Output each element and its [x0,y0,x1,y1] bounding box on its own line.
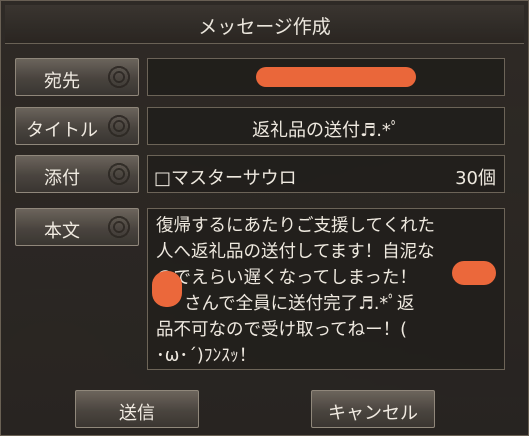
swirl-ornament-icon [106,113,132,139]
swirl-ornament-icon [106,161,132,187]
send-button[interactable]: 送信 [75,390,199,428]
redacted-recipient [256,67,416,87]
attachment-label: 添付 [44,168,80,189]
body-line: 人へ返礼品の送付してます！自泥な [156,242,435,262]
attachment-item-name: □マスターサウロ [154,168,297,189]
body-line: ･ω･´)ﾌﾝｽｯ！ [156,346,257,366]
swirl-ornament-icon [106,214,132,240]
redacted-name [452,261,496,285]
body-line: 品不可なので受け取ってねー！( [156,320,407,340]
redacted-name [152,271,182,307]
send-label: 送信 [119,403,155,424]
title-label: タイトル [26,120,98,141]
dialog-titlebar: メッセージ作成 [5,5,524,44]
attachment-count: 30個 [455,168,496,189]
compose-message-dialog: メッセージ作成 宛先 タイトル 返礼品の送付♬.*ﾟ 添付 □マスターサウロ 3… [0,0,529,436]
body-label-button[interactable]: 本文 [15,208,139,246]
cancel-label: キャンセル [328,403,418,424]
swirl-ornament-icon [106,64,132,90]
title-input[interactable]: 返礼品の送付♬.*ﾟ [147,107,505,145]
title-value: 返礼品の送付♬.*ﾟ [252,120,400,141]
attachment-label-button[interactable]: 添付 [15,155,139,193]
dialog-title: メッセージ作成 [198,16,331,38]
recipient-label: 宛先 [44,71,80,92]
recipient-field[interactable] [147,58,505,96]
recipient-label-button[interactable]: 宛先 [15,58,139,96]
title-label-button[interactable]: タイトル [15,107,139,145]
cancel-button[interactable]: キャンセル [311,390,435,428]
body-line: さんで全員に送付完了♬.*ﾟ返 [184,294,415,314]
body-line: 復帰するにあたりご支援してくれた [156,216,435,236]
attachment-field[interactable]: □マスターサウロ 30個 [147,155,505,193]
body-label: 本文 [44,221,80,242]
body-textarea[interactable]: 復帰するにあたりご支援してくれた 人へ返礼品の送付してます！自泥な のでえらい遅… [147,208,505,370]
body-line: のでえらい遅くなってしまった！ [156,268,417,288]
